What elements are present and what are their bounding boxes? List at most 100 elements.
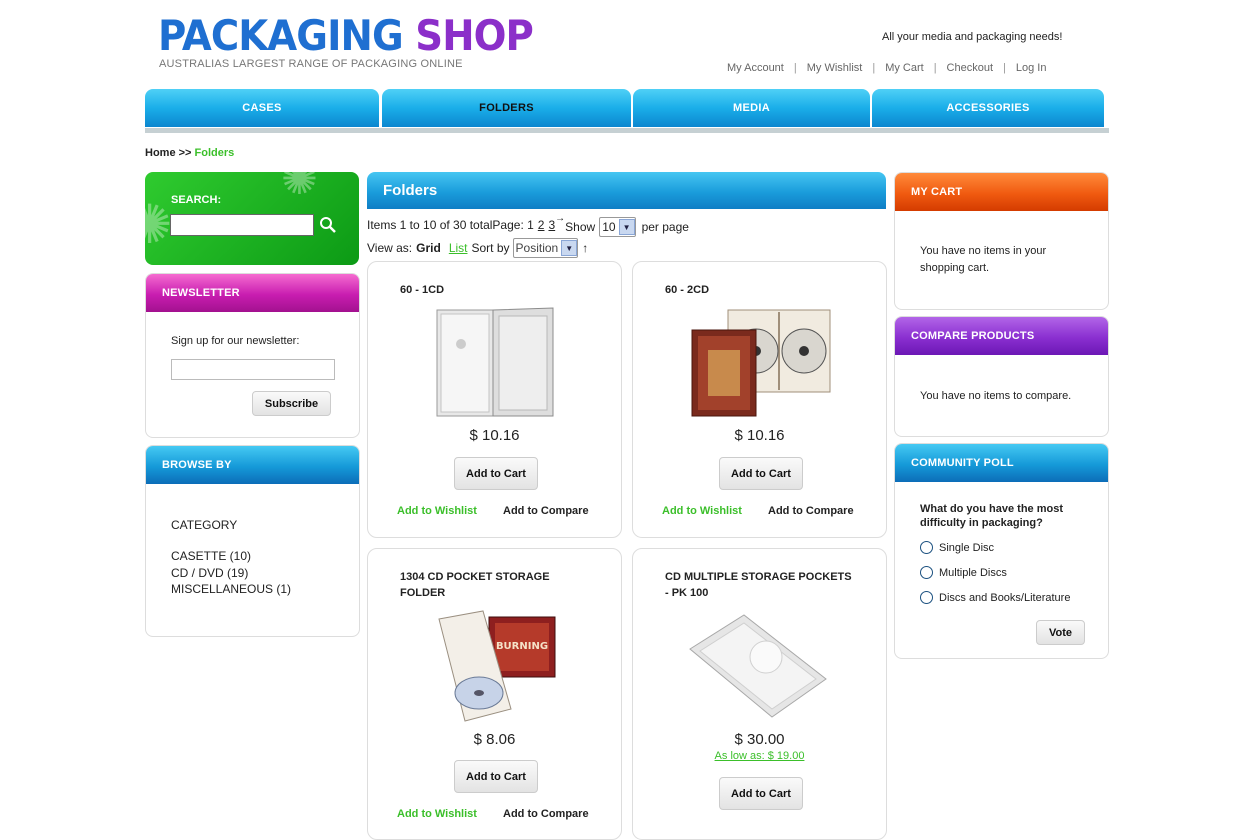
separator: | [933, 62, 937, 74]
svg-text:BURNING: BURNING [496, 641, 548, 652]
poll-question: What do you have the most difficulty in … [920, 503, 1064, 529]
product-name[interactable]: 1304 CD POCKET STORAGE FOLDER [400, 569, 590, 601]
chevron-down-icon: ▼ [561, 240, 578, 256]
items-count: Items 1 to 10 of 30 total [367, 218, 493, 232]
product-name[interactable]: CD MULTIPLE STORAGE POCKETS - PK 100 [665, 569, 855, 601]
page-title: Folders [367, 172, 886, 209]
product-price: $ 10.16 [734, 427, 785, 444]
compare-title: COMPARE PRODUCTS [895, 317, 1108, 355]
logo[interactable]: PACKAGING SHOP [158, 11, 534, 60]
flower-decoration: ✺ [145, 195, 173, 255]
browse-title: BROWSE BY [146, 446, 359, 484]
search-icon[interactable] [319, 216, 337, 234]
link-my-account[interactable]: My Account [727, 62, 784, 74]
subscribe-button[interactable]: Subscribe [252, 391, 331, 416]
product-card: CD MULTIPLE STORAGE POCKETS - PK 100 $ 3… [632, 548, 887, 840]
logo-subtitle: AUSTRALIAS LARGEST RANGE OF PACKAGING ON… [159, 58, 463, 70]
logo-part2: SHOP [415, 11, 534, 60]
pager-toolbar: Items 1 to 10 of 30 total Page: 1 2 3 → … [367, 213, 689, 237]
breadcrumb: Home >> Folders [145, 147, 234, 159]
add-to-compare-link[interactable]: Add to Compare [768, 505, 854, 517]
show-select[interactable]: 10 ▼ [599, 217, 636, 237]
cart-empty-text: You have no items in your shopping cart. [920, 245, 1047, 274]
add-to-wishlist-link[interactable]: Add to Wishlist [397, 808, 477, 820]
newsletter-title: NEWSLETTER [146, 274, 359, 312]
category-list: CASETTE (10) CD / DVD (19) MISCELLANEOUS… [171, 548, 291, 598]
sort-select[interactable]: Position ▼ [512, 238, 579, 258]
page-link-3[interactable]: 3 [548, 218, 555, 232]
page-link-2[interactable]: 2 [538, 218, 545, 232]
product-card: 60 - 1CD $ 10.16 Add to Cart Add to Wish… [367, 261, 622, 538]
vote-button[interactable]: Vote [1036, 620, 1085, 645]
add-to-cart-button[interactable]: Add to Cart [719, 777, 803, 810]
category-heading: CATEGORY [171, 518, 238, 532]
sort-by-label: Sort by [471, 241, 510, 255]
separator: | [872, 62, 876, 74]
view-list-link[interactable]: List [449, 241, 468, 255]
poll-option[interactable]: Multiple Discs [920, 566, 1070, 579]
add-to-compare-link[interactable]: Add to Compare [503, 505, 589, 517]
add-to-wishlist-link[interactable]: Add to Wishlist [662, 505, 742, 517]
add-to-cart-button[interactable]: Add to Cart [454, 457, 538, 490]
poll-options: Single Disc Multiple Discs Discs and Boo… [920, 541, 1070, 616]
nav-accessories[interactable]: ACCESSORIES [872, 89, 1104, 127]
poll-option[interactable]: Single Disc [920, 541, 1070, 554]
radio-button[interactable] [920, 541, 933, 554]
view-as-label: View as: [367, 241, 413, 255]
search-panel: ✺ ✺ SEARCH: [145, 172, 359, 265]
radio-button[interactable] [920, 566, 933, 579]
link-my-wishlist[interactable]: My Wishlist [807, 62, 863, 74]
sort-select-value: Position [515, 241, 559, 255]
nav-divider [145, 128, 1109, 133]
link-my-cart[interactable]: My Cart [885, 62, 924, 74]
page-label: Page: 1 [492, 218, 534, 232]
separator: | [1003, 62, 1006, 74]
product-image[interactable]: BURNING [435, 609, 559, 723]
poll-title: COMMUNITY POLL [895, 444, 1108, 482]
product-image[interactable] [686, 613, 830, 721]
breadcrumb-separator: >> [178, 147, 192, 159]
view-grid: Grid [416, 241, 441, 255]
tagline: All your media and packaging needs! [882, 31, 1063, 43]
per-page-label: per page [641, 220, 689, 234]
as-low-as-link[interactable]: As low as: $ 19.00 [633, 750, 886, 762]
category-item[interactable]: MISCELLANEOUS (1) [171, 581, 291, 598]
search-input[interactable] [170, 214, 314, 236]
cart-title: MY CART [895, 173, 1108, 211]
separator: | [793, 62, 797, 74]
add-to-compare-link[interactable]: Add to Compare [503, 808, 589, 820]
poll-option-label: Single Disc [939, 541, 995, 554]
add-to-cart-button[interactable]: Add to Cart [719, 457, 803, 490]
next-page-arrow[interactable]: → [555, 213, 565, 224]
category-item[interactable]: CD / DVD (19) [171, 565, 291, 582]
sort-direction-arrow[interactable]: ↑ [582, 241, 588, 255]
nav-media[interactable]: MEDIA [633, 89, 870, 127]
poll-panel: COMMUNITY POLL What do you have the most… [894, 443, 1109, 659]
product-price: $ 30.00 [734, 731, 785, 748]
product-name[interactable]: 60 - 1CD [400, 282, 590, 298]
product-price: $ 10.16 [469, 427, 520, 444]
product-image[interactable] [690, 306, 832, 420]
category-item[interactable]: CASETTE (10) [171, 548, 291, 565]
nav-folders[interactable]: FOLDERS [382, 89, 631, 127]
browse-panel: BROWSE BY CATEGORY CASETTE (10) CD / DVD… [145, 445, 360, 637]
compare-panel: COMPARE PRODUCTS You have no items to co… [894, 316, 1109, 437]
radio-button[interactable] [920, 591, 933, 604]
poll-option-label: Discs and Books/Literature [939, 591, 1071, 604]
nav-cases[interactable]: CASES [145, 89, 379, 127]
newsletter-email-field[interactable] [171, 359, 335, 380]
add-to-cart-button[interactable]: Add to Cart [454, 760, 538, 793]
show-label: Show [565, 220, 596, 234]
breadcrumb-home[interactable]: Home [145, 147, 176, 159]
add-to-wishlist-link[interactable]: Add to Wishlist [397, 505, 477, 517]
show-select-value: 10 [602, 220, 616, 234]
poll-option[interactable]: Discs and Books/Literature [920, 591, 1070, 604]
product-card: 1304 CD POCKET STORAGE FOLDER BURNING $ … [367, 548, 622, 840]
poll-option-label: Multiple Discs [939, 566, 1007, 579]
chevron-down-icon: ▼ [618, 219, 635, 235]
newsletter-text: Sign up for our newsletter: [171, 335, 300, 347]
link-log-in[interactable]: Log In [1016, 62, 1047, 74]
link-checkout[interactable]: Checkout [947, 62, 993, 74]
product-image[interactable] [435, 306, 557, 420]
product-name[interactable]: 60 - 2CD [665, 282, 855, 298]
